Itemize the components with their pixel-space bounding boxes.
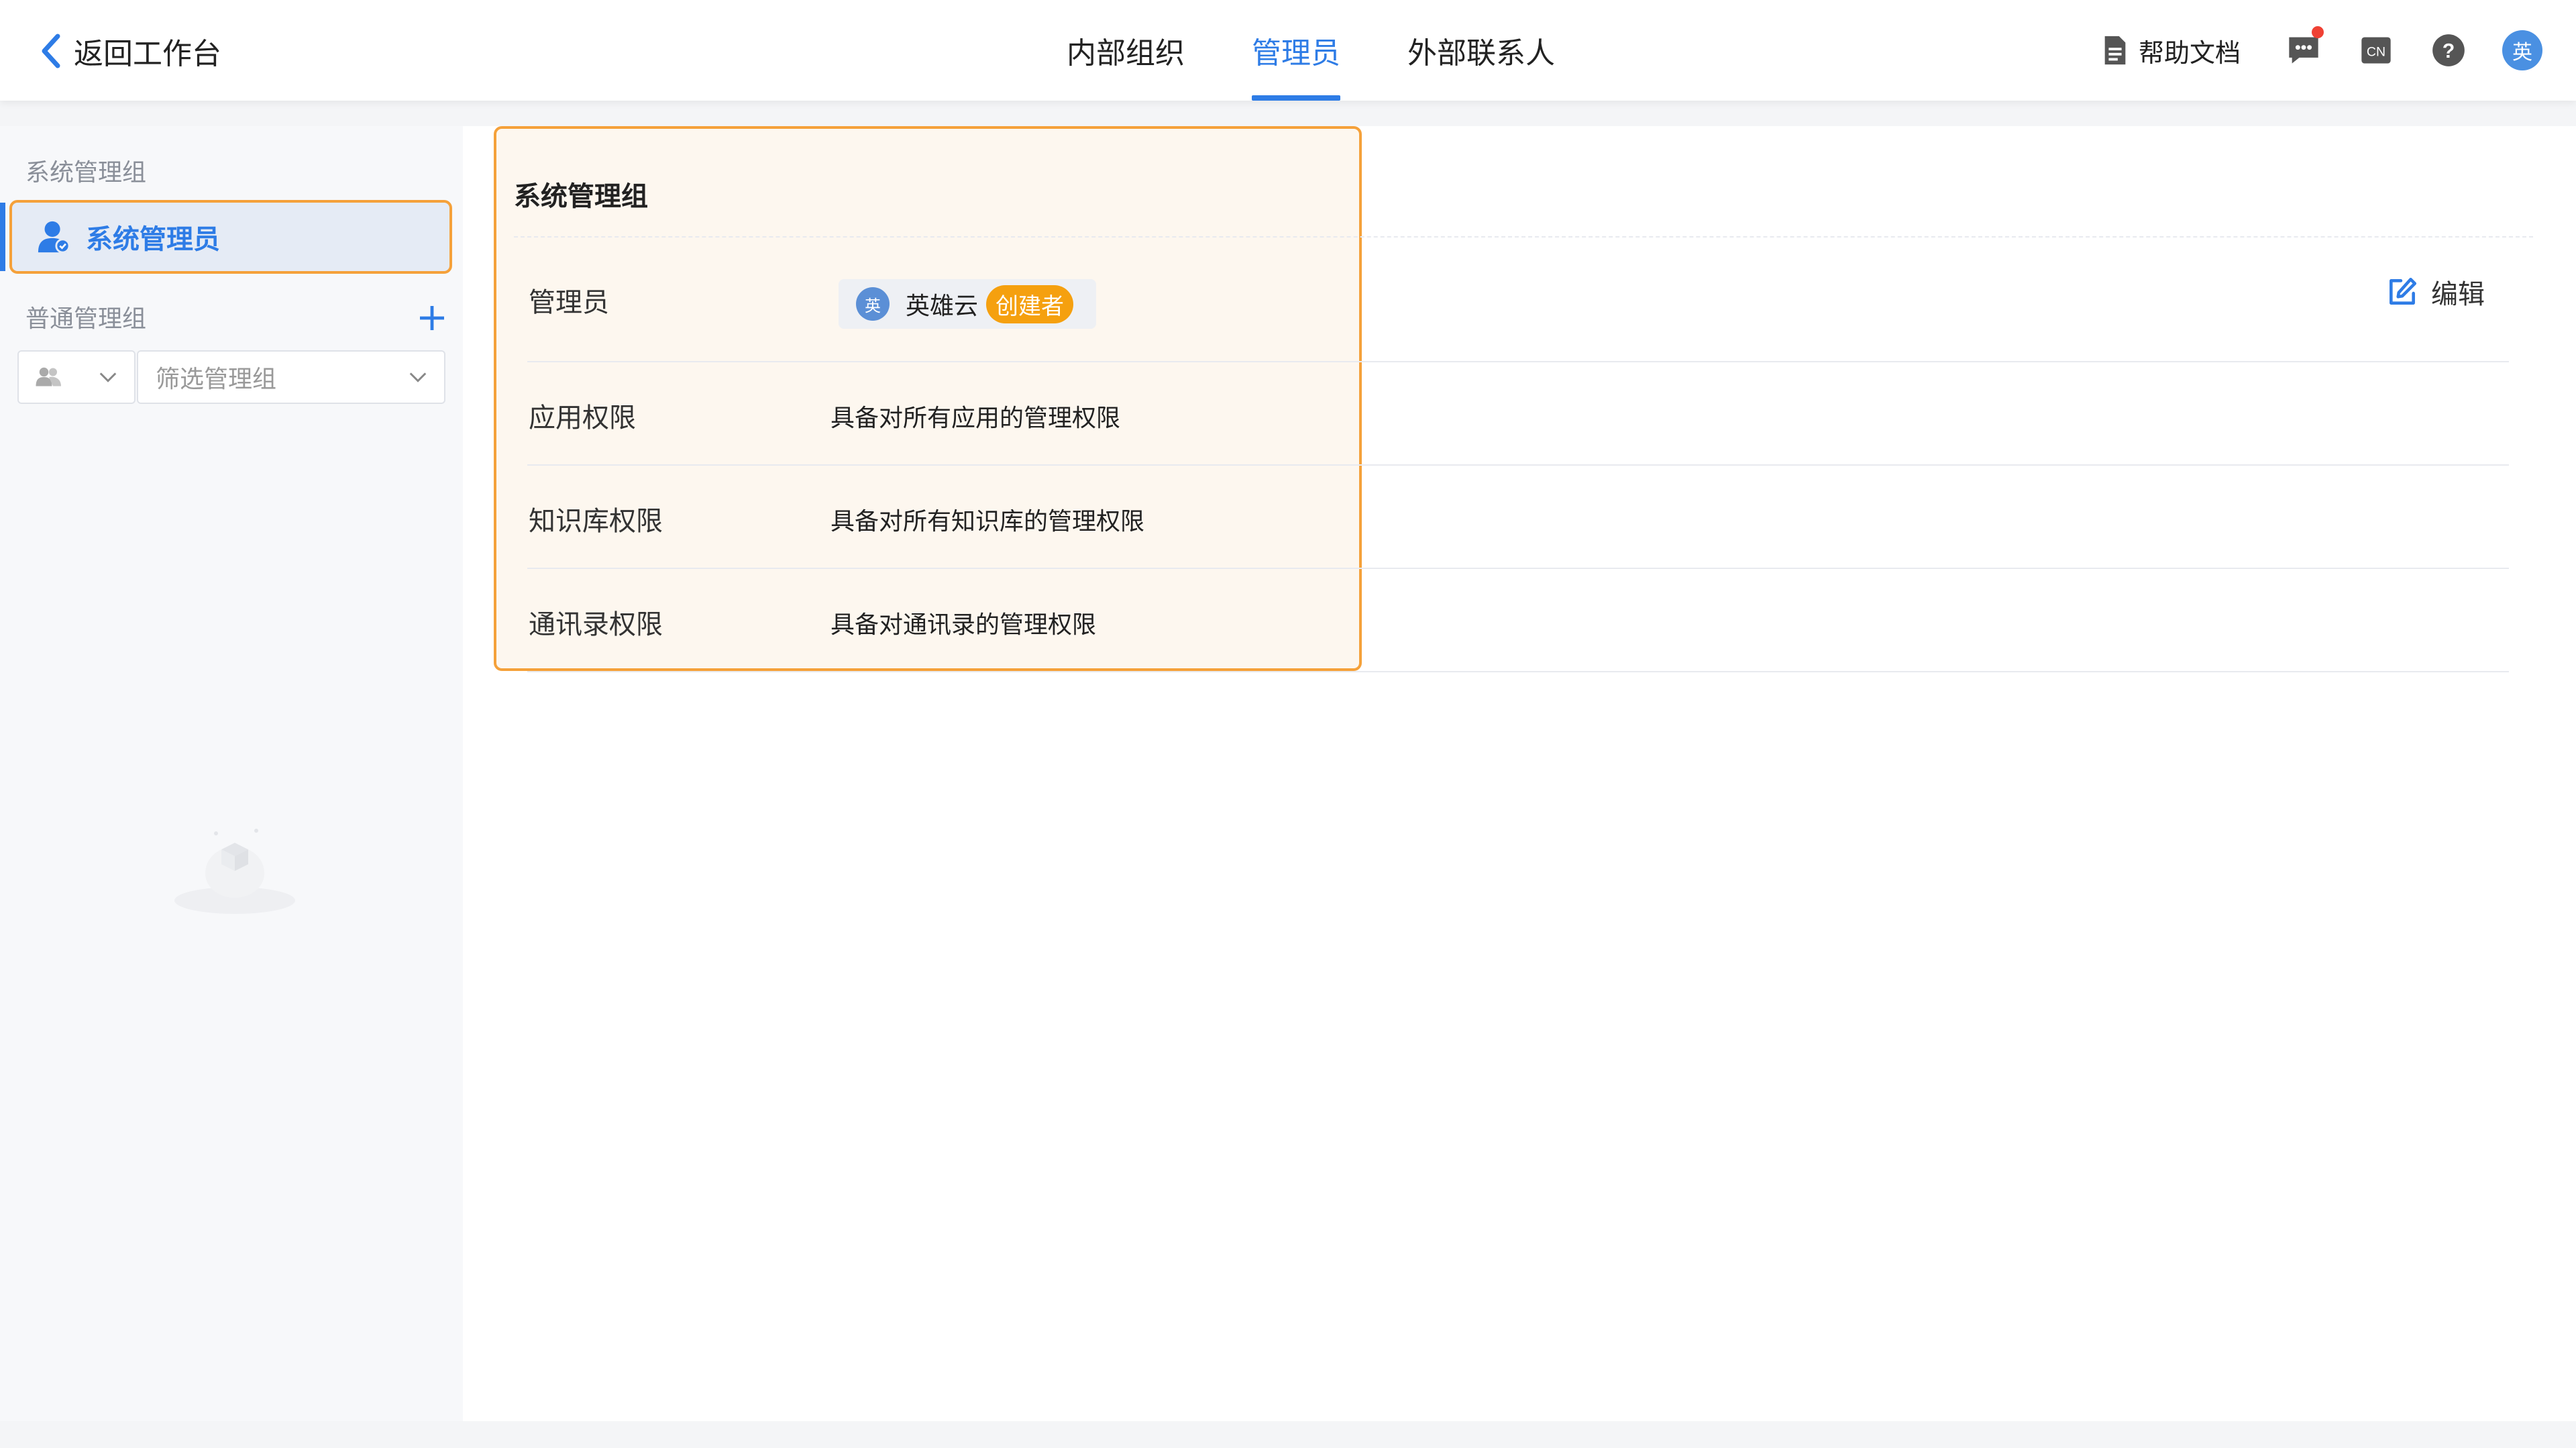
title-divider [514, 236, 2533, 238]
back-label: 返回工作台 [74, 37, 221, 71]
document-icon [2104, 36, 2126, 65]
help-button[interactable]: ? [2430, 32, 2467, 69]
row-divider [527, 464, 2509, 466]
edit-icon [2390, 277, 2417, 305]
system-group-section-title: 系统管理组 [25, 159, 147, 187]
contacts-permission-label: 通讯录权限 [529, 609, 663, 640]
normal-group-section-title: 普通管理组 [25, 305, 147, 333]
empty-box-illustration [174, 829, 295, 914]
app-permission-label: 应用权限 [529, 403, 636, 433]
filter-groups-placeholder: 筛选管理组 [156, 366, 277, 393]
admin-user-icon [38, 221, 70, 254]
sidebar: 系统管理组 系统管理员 普通管理组 筛选管理组 [0, 126, 463, 1421]
edit-button[interactable]: 编辑 [2385, 272, 2485, 311]
add-group-plus-icon[interactable] [416, 302, 448, 334]
help-docs-link[interactable]: 帮助文档 [2101, 32, 2241, 69]
creator-badge: 创建者 [986, 285, 1074, 323]
language-switch-button[interactable]: CN [2357, 32, 2395, 69]
contacts-permission-value: 具备对通讯录的管理权限 [830, 611, 1097, 639]
admin-row-label: 管理员 [529, 287, 609, 318]
tab-internal-org[interactable]: 内部组织 [1033, 0, 1218, 101]
admin-name: 英雄云 [906, 293, 979, 320]
admin-avatar: 英 [856, 287, 890, 321]
sidebar-item-label: 系统管理员 [86, 224, 220, 255]
app-permission-value: 具备对所有应用的管理权限 [830, 405, 1121, 432]
sidebar-item-system-admin[interactable]: 系统管理员 [0, 200, 452, 274]
knowledge-permission-label: 知识库权限 [529, 506, 663, 537]
svg-text:?: ? [2443, 40, 2455, 62]
group-type-select[interactable] [17, 350, 136, 404]
tab-external-contacts[interactable]: 外部联系人 [1374, 0, 1589, 101]
chevron-down-icon [409, 372, 427, 382]
user-avatar[interactable]: 英 [2502, 30, 2542, 70]
row-divider [527, 568, 2509, 569]
admin-user-chip[interactable]: 英 英雄云 创建者 [839, 279, 1097, 329]
top-header: 返回工作台 内部组织 管理员 外部联系人 帮助文档 CN ? 英 [0, 0, 2576, 101]
group-title: 系统管理组 [514, 181, 648, 212]
notification-dot [2312, 26, 2324, 38]
main-content: 系统管理组 管理员 英 英雄云 创建者 编辑 应用权限 具备对所有应用的管理权限… [463, 126, 2576, 1421]
filter-groups-select[interactable]: 筛选管理组 [137, 350, 445, 404]
edit-label: 编辑 [2431, 279, 2485, 310]
chevron-left-icon [42, 34, 60, 68]
back-to-workbench-button[interactable]: 返回工作台 [38, 30, 221, 72]
language-icon-text: CN [2367, 45, 2385, 60]
chevron-down-icon [99, 372, 117, 382]
group-users-icon [36, 367, 61, 386]
row-divider [527, 671, 2509, 672]
main-nav-tabs: 内部组织 管理员 外部联系人 [1033, 0, 1589, 101]
row-divider [527, 361, 2509, 362]
question-icon: ? [2432, 34, 2465, 66]
messages-button[interactable] [2285, 26, 2324, 69]
active-indicator [0, 203, 5, 271]
tab-admins[interactable]: 管理员 [1218, 0, 1374, 101]
header-actions: 帮助文档 CN ? 英 [2101, 0, 2542, 101]
knowledge-permission-value: 具备对所有知识库的管理权限 [830, 508, 1145, 535]
help-docs-label: 帮助文档 [2138, 38, 2241, 68]
language-icon: CN [2361, 37, 2391, 64]
